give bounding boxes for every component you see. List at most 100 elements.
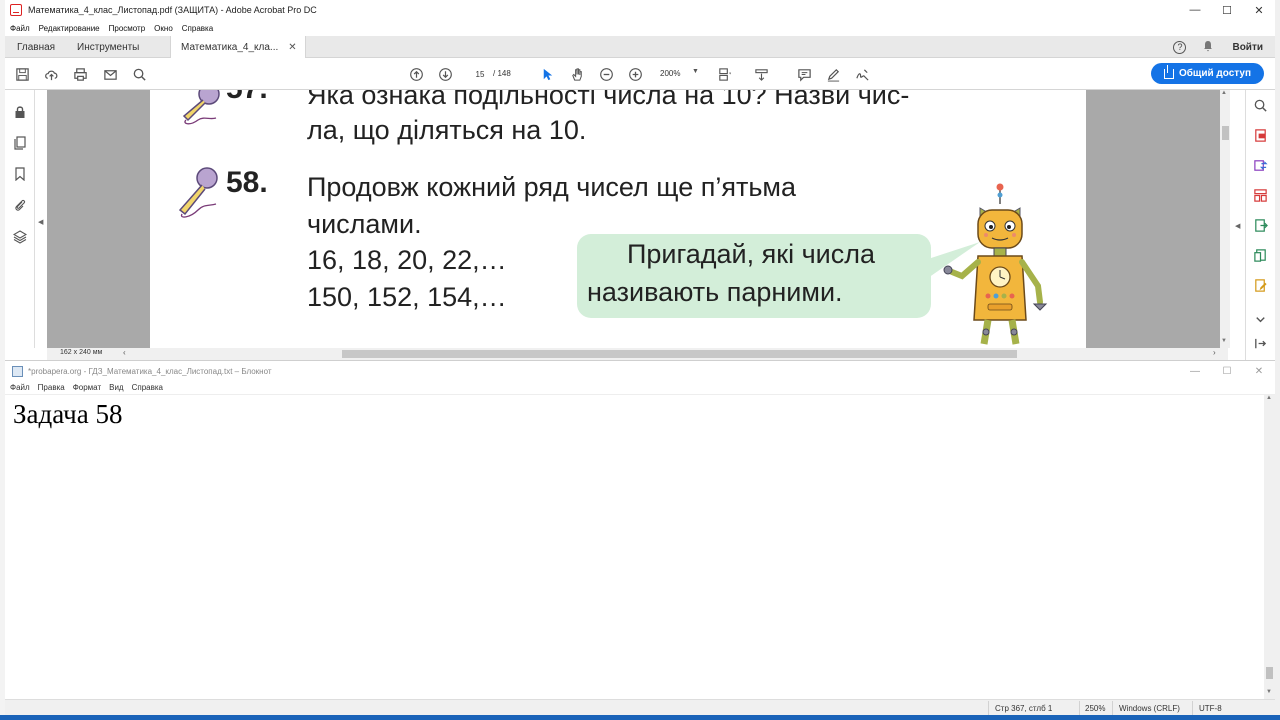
np-menu-file[interactable]: Файл [10,383,30,392]
notepad-minimize-button[interactable]: — [1179,361,1211,381]
zoom-in-icon[interactable] [627,66,643,82]
number-row-1: 16, 18, 20, 22,… [307,245,507,275]
comment-icon[interactable] [796,66,812,82]
notepad-title: *probapera.org - ГДЗ_Математика_4_клас_Л… [28,366,272,376]
page-number-input[interactable] [468,67,492,81]
tab-document[interactable]: Математика_4_кла... ✕ [170,36,306,59]
zoom-tool-icon[interactable] [1253,98,1269,114]
notepad-app-icon [12,365,23,377]
acrobat-menu-bar: Файл Редактирование Просмотр Окно Справк… [5,20,1275,36]
close-button[interactable]: ✕ [1243,0,1275,20]
attachment-icon[interactable] [12,197,28,213]
notepad-zoom: 250% [1085,704,1106,713]
menu-view[interactable]: Просмотр [109,24,146,33]
zoom-out-icon[interactable] [598,66,614,82]
page-size: 162 x 240 мм [60,349,103,356]
menu-help[interactable]: Справка [182,24,213,33]
np-menu-format[interactable]: Формат [73,383,101,392]
task-57-number: 57. [226,90,268,106]
notepad-text-area[interactable]: Задача 58 [5,395,1264,699]
np-scroll-thumb[interactable] [1266,667,1273,679]
left-navigation-rail [5,90,35,348]
pages-icon[interactable] [12,135,28,151]
acrobat-app-icon [10,4,22,16]
fit-page-icon[interactable] [716,66,732,82]
print-icon[interactable] [72,66,88,82]
help-icon[interactable]: ? [1173,40,1187,54]
taskbar-edge [0,715,1280,720]
select-arrow-icon[interactable] [539,66,555,82]
status-separator [988,701,989,716]
np-menu-view[interactable]: Вид [109,383,123,392]
microphone-icon [178,167,218,218]
pen-icon[interactable] [825,66,841,82]
create-pdf-icon[interactable] [1253,248,1269,264]
scroll-thumb[interactable] [1222,126,1229,140]
mail-icon[interactable] [102,66,118,82]
notepad-close-button[interactable]: ✕ [1243,361,1275,381]
export-pdf-icon[interactable] [1253,128,1269,144]
task-57-line-1: Яка ознака подільності числа на 10? Назв… [307,90,910,110]
minimize-button[interactable]: — [1179,0,1211,20]
notepad-vertical-scrollbar[interactable]: ▲ ▼ [1264,395,1275,699]
scroll-down-icon[interactable]: ▼ [1221,338,1227,344]
document-vertical-scrollbar[interactable]: ▲ ▼ [1220,90,1230,348]
page-up-icon[interactable] [408,66,424,82]
share-icon [1163,64,1174,79]
status-separator [1079,701,1080,716]
save-icon[interactable] [14,66,30,82]
document-view[interactable]: 57. Яка ознака подільності числа на 10? … [47,90,1228,348]
organize-pages-icon[interactable] [1253,188,1269,204]
search-icon[interactable] [131,66,147,82]
acrobat-title-bar: Математика_4_клас_Листопад.pdf (ЗАЩИТА) … [5,0,1275,20]
microphone-icon [182,90,220,125]
bubble-line-1: Пригадай, які числа [627,239,875,269]
acrobat-window: Математика_4_клас_Листопад.pdf (ЗАЩИТА) … [5,0,1275,360]
menu-file[interactable]: Файл [10,24,30,33]
upload-icon[interactable] [43,66,59,82]
bookmark-icon[interactable] [12,166,28,182]
scroll-up-icon[interactable]: ▲ [1221,90,1227,96]
page-down-icon[interactable] [437,66,453,82]
menu-window[interactable]: Окно [154,24,173,33]
scroll-right-icon[interactable]: › [1213,348,1216,357]
sign-in-button[interactable]: Войти [1232,42,1263,53]
tab-tools[interactable]: Инструменты [77,36,139,58]
tab-home[interactable]: Главная [17,36,55,58]
robot-illustration [943,183,1048,345]
hand-icon[interactable] [569,66,585,82]
np-scroll-up-icon[interactable]: ▲ [1266,395,1272,401]
tab-document-label: Математика_4_кла... [181,42,279,53]
np-menu-edit[interactable]: Правка [38,383,65,392]
np-scroll-down-icon[interactable]: ▼ [1266,689,1272,695]
share-button[interactable]: Общий доступ [1151,63,1264,84]
menu-edit[interactable]: Редактирование [39,24,100,33]
notepad-maximize-button[interactable]: ☐ [1211,361,1243,381]
np-menu-help[interactable]: Справка [132,383,163,392]
horizontal-scroll-thumb[interactable] [342,350,1017,358]
lock-icon[interactable] [12,104,28,120]
collapse-left-panel-icon[interactable]: ◀ [38,218,43,226]
acrobat-status-bar: 162 x 240 мм ‹ › [47,348,1228,360]
edit-pdf-icon[interactable] [1253,278,1269,294]
export-icon[interactable] [1253,218,1269,234]
scroll-mode-icon[interactable] [753,66,769,82]
convert-icon[interactable] [1253,158,1269,174]
status-separator [1112,701,1113,716]
number-row-2: 150, 152, 154,… [307,282,507,312]
chevron-down-icon[interactable] [1253,312,1269,328]
zoom-value[interactable]: 200% [660,69,680,78]
sign-icon[interactable] [854,66,870,82]
bell-icon[interactable] [1202,40,1214,55]
scroll-left-icon[interactable]: ‹ [123,348,126,357]
collapse-right-panel-icon[interactable]: ◀ [1235,222,1240,230]
status-separator [1192,701,1193,716]
pin-panel-icon[interactable] [1253,336,1269,352]
zoom-dropdown-icon[interactable]: ▼ [692,68,699,75]
tab-close-icon[interactable]: ✕ [288,42,296,53]
desktop: Математика_4_клас_Листопад.pdf (ЗАЩИТА) … [0,0,1280,720]
share-label: Общий доступ [1178,68,1252,79]
task-58-number: 58. [226,166,268,199]
maximize-button[interactable]: ☐ [1211,0,1243,20]
layers-icon[interactable] [12,229,28,245]
